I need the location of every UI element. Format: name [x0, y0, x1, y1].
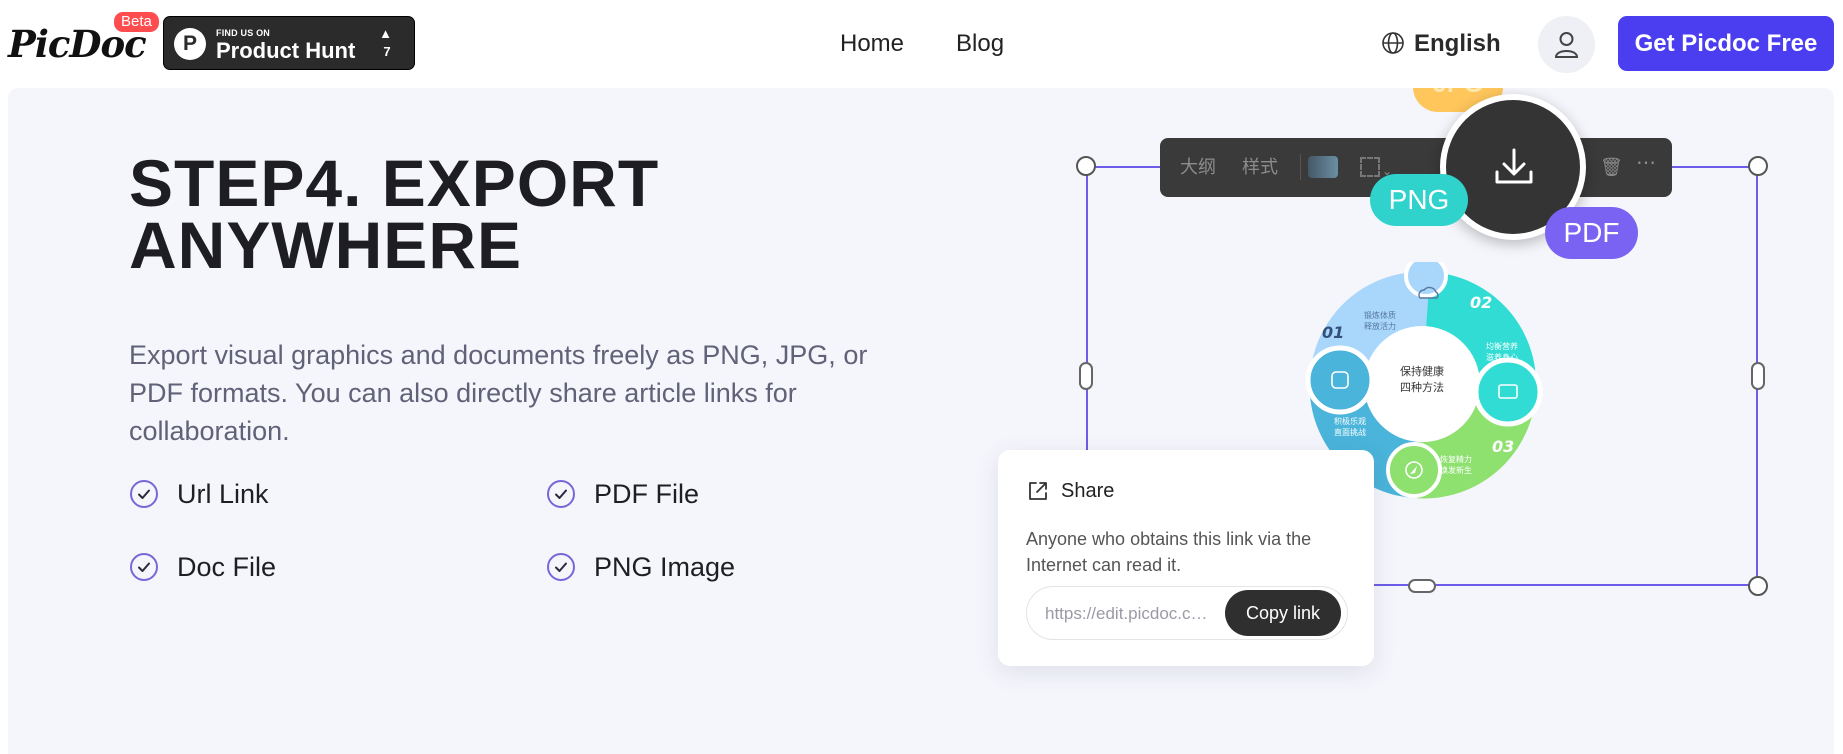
user-avatar-button[interactable] — [1538, 16, 1595, 73]
resize-handle-side[interactable] — [1079, 362, 1093, 390]
product-hunt-name: Product Hunt — [216, 38, 356, 63]
share-title: Share — [1061, 480, 1115, 502]
beta-badge: Beta — [114, 12, 159, 32]
share-link-field[interactable]: https://edit.picdoc.cn/share/ Copy link — [1026, 586, 1348, 640]
check-circle-icon — [130, 480, 158, 508]
pdf-format-chip[interactable]: PDF — [1545, 207, 1638, 259]
segment-caption: 滋养身心 — [1486, 352, 1518, 362]
title-line-1: STEP4. EXPORT — [129, 146, 660, 220]
feature-label: Url Link — [177, 479, 269, 509]
title-line-2: ANYWHERE — [129, 208, 523, 282]
feature-label: PDF File — [594, 479, 700, 509]
diagram-center-line-1: 保持健康 — [1400, 364, 1444, 378]
layout-icon[interactable] — [1360, 157, 1380, 177]
segment-caption: 均衡营养 — [1486, 341, 1518, 351]
product-hunt-icon: P — [174, 28, 206, 60]
diagram-bubble — [1305, 345, 1375, 415]
diagram-bubble — [1473, 357, 1543, 427]
check-circle-icon — [547, 480, 575, 508]
nav-blog-link[interactable]: Blog — [956, 30, 1004, 58]
language-selector[interactable]: English — [1414, 30, 1501, 58]
section-title: STEP4. EXPORT ANYWHERE — [129, 146, 660, 282]
diagram-center-line-2: 四种方法 — [1400, 380, 1444, 394]
top-nav: PicDoc Beta P FIND US ON Product Hunt ▲ … — [0, 0, 1843, 88]
upvote-count: 7 — [383, 44, 391, 59]
share-description: Anyone who obtains this link via the Int… — [1026, 529, 1312, 575]
globe-icon[interactable] — [1381, 31, 1405, 55]
more-icon[interactable]: ⋯ — [1636, 153, 1656, 173]
check-circle-icon — [130, 553, 158, 581]
segment-caption: 锻炼体质 — [1364, 310, 1396, 320]
segment-caption: 积极乐观 — [1334, 416, 1366, 426]
segment-caption: 释放活力 — [1364, 321, 1396, 331]
resize-handle-bottom[interactable] — [1408, 579, 1436, 593]
segment-caption: 焕发新生 — [1440, 465, 1472, 475]
resize-handle-corner[interactable] — [1076, 156, 1096, 176]
segment-number: 03 — [1492, 437, 1514, 456]
resize-handle-corner[interactable] — [1748, 156, 1768, 176]
feature-label: Doc File — [177, 552, 277, 582]
share-link-url[interactable]: https://edit.picdoc.cn/share/ — [1045, 603, 1215, 625]
section-description: Export visual graphics and documents fre… — [129, 340, 868, 446]
delete-icon[interactable]: 🗑 — [1600, 157, 1623, 177]
segment-caption: 直面挑战 — [1334, 427, 1366, 437]
nav-home-link[interactable]: Home — [840, 30, 904, 58]
get-picdoc-free-button[interactable]: Get Picdoc Free — [1618, 16, 1834, 71]
page: PicDoc Beta P FIND US ON Product Hunt ▲ … — [0, 0, 1843, 754]
segment-caption: 恢复精力 — [1440, 454, 1472, 464]
resize-handle-side[interactable] — [1751, 362, 1765, 390]
feature-label: PNG Image — [594, 552, 736, 582]
check-circle-icon — [547, 553, 575, 581]
product-hunt-badge[interactable]: P FIND US ON Product Hunt ▲ 7 — [163, 16, 415, 70]
user-icon — [1554, 32, 1579, 58]
share-popover: Share Anyone who obtains this link via t… — [998, 450, 1374, 666]
segment-number: 01 — [1322, 323, 1344, 342]
diagram-bubble — [1404, 262, 1448, 298]
toolbar-divider — [1300, 154, 1301, 180]
toolbar-outline[interactable]: 大纲 — [1180, 157, 1216, 177]
product-hunt-find-text: FIND US ON — [216, 28, 271, 38]
png-format-chip[interactable]: PNG — [1370, 174, 1468, 226]
share-icon — [1029, 482, 1047, 500]
resize-handle-corner[interactable] — [1748, 576, 1768, 596]
upvote-triangle-icon: ▲ — [379, 26, 392, 41]
segment-number: 02 — [1470, 293, 1492, 312]
download-icon — [1495, 148, 1533, 184]
toolbar-style[interactable]: 样式 — [1242, 157, 1278, 177]
color-swatch-icon[interactable] — [1308, 156, 1338, 178]
copy-link-button[interactable]: Copy link — [1225, 590, 1341, 636]
